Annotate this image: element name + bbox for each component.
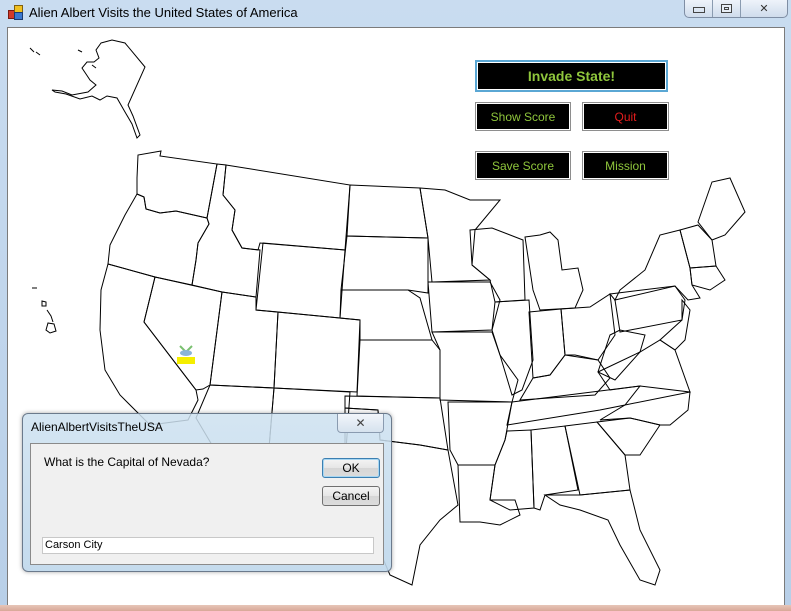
show-score-button[interactable]: Show Score (475, 102, 571, 131)
state-alaska[interactable] (51, 39, 146, 139)
state-hawaii[interactable] (32, 287, 57, 334)
state-nebraska[interactable] (339, 289, 433, 341)
cancel-button[interactable]: Cancel (322, 486, 380, 506)
close-icon: ✕ (355, 416, 366, 430)
state-vermont-nh[interactable] (679, 224, 717, 269)
state-florida[interactable] (543, 489, 661, 586)
alaska-islands (29, 47, 97, 69)
state-michigan[interactable] (524, 231, 584, 311)
state-maine[interactable] (697, 177, 746, 241)
state-georgia[interactable] (564, 421, 631, 496)
save-score-button[interactable]: Save Score (475, 151, 571, 180)
state-arkansas[interactable] (447, 401, 513, 466)
state-illinois[interactable] (491, 299, 534, 396)
ok-button[interactable]: OK (322, 458, 380, 478)
state-utah[interactable] (209, 291, 279, 389)
state-nj-de-md[interactable] (659, 298, 691, 351)
state-nevada[interactable] (143, 276, 223, 391)
state-south-dakota[interactable] (340, 235, 429, 294)
state-new-york[interactable] (614, 229, 701, 301)
state-south-carolina[interactable] (596, 417, 661, 456)
state-mississippi[interactable] (489, 429, 535, 511)
answer-input[interactable] (42, 537, 374, 554)
invade-state-button[interactable]: Invade State! (475, 60, 668, 92)
state-indiana[interactable] (528, 308, 566, 379)
state-alabama[interactable] (530, 425, 579, 511)
state-wisconsin[interactable] (469, 227, 526, 303)
state-colorado[interactable] (273, 311, 361, 393)
state-minnesota[interactable] (419, 187, 502, 283)
state-wyoming[interactable] (255, 242, 346, 319)
input-dialog: AlienAlbertVisitsTheUSA ✕ What is the Ca… (22, 413, 392, 572)
state-ohio[interactable] (560, 293, 616, 361)
state-north-dakota[interactable] (346, 184, 429, 239)
state-massachusetts-ct-ri[interactable] (689, 265, 726, 291)
state-montana[interactable] (222, 164, 351, 251)
state-west-virginia[interactable] (597, 329, 646, 381)
dialog-close-button[interactable]: ✕ (337, 414, 384, 433)
state-louisiana[interactable] (457, 464, 521, 526)
state-kentucky[interactable] (519, 354, 611, 401)
state-washington[interactable] (136, 150, 218, 219)
dialog-prompt: What is the Capital of Nevada? (44, 455, 210, 469)
alien-ufo-icon[interactable] (176, 344, 196, 364)
quit-button[interactable]: Quit (582, 102, 669, 131)
state-kansas[interactable] (356, 339, 441, 399)
state-iowa[interactable] (427, 281, 501, 333)
window-bottom-border (0, 605, 791, 611)
mission-button[interactable]: Mission (582, 151, 669, 180)
state-idaho[interactable] (191, 163, 261, 298)
dialog-body: What is the Capital of Nevada? OK Cancel (30, 443, 384, 565)
state-missouri[interactable] (431, 331, 519, 403)
dialog-title: AlienAlbertVisitsTheUSA (31, 420, 163, 434)
state-virginia[interactable] (597, 339, 691, 393)
